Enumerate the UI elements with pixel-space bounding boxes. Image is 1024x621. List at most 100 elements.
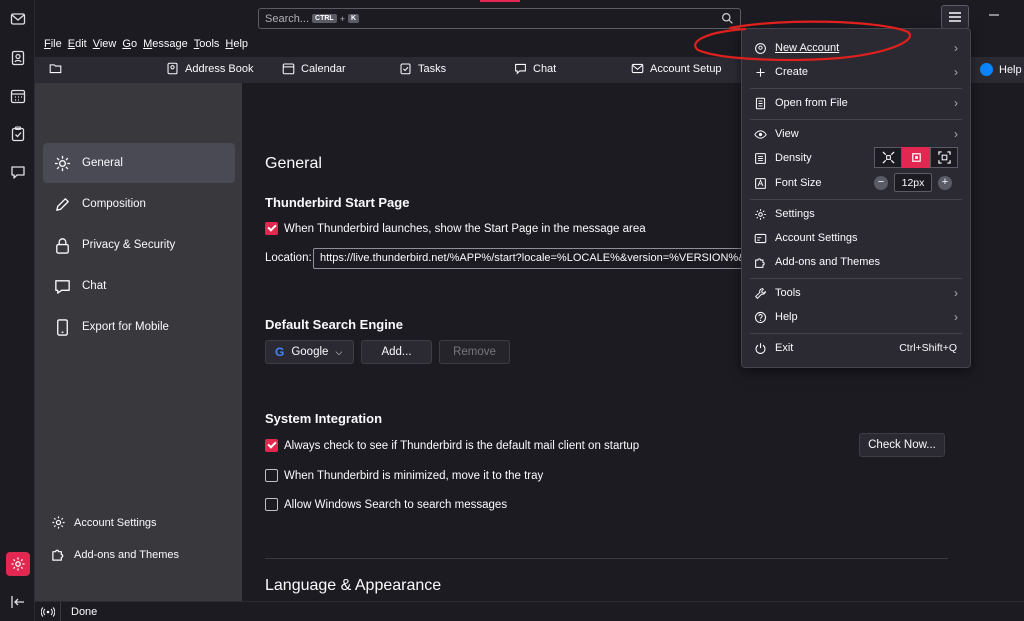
minimize-tray-row[interactable]: When Thunderbird is minimized, move it t… <box>265 469 543 482</box>
menu-item-help[interactable]: Help › <box>742 306 970 328</box>
calendar-label: Calendar <box>301 62 346 75</box>
calendar-button[interactable]: Calendar <box>282 62 346 75</box>
check-now-button[interactable]: Check Now... <box>859 433 945 457</box>
calendar-icon <box>10 89 26 104</box>
help-button[interactable]: Help <box>980 63 1022 76</box>
font-size-value: 12px <box>894 173 932 192</box>
search-engine-value: Google <box>291 346 329 358</box>
nav-account-settings-link[interactable]: Account Settings <box>51 515 157 530</box>
mail-space-button[interactable] <box>6 7 30 31</box>
gear-icon <box>755 208 766 220</box>
nav-addons-link[interactable]: Add-ons and Themes <box>51 547 179 562</box>
menu-item-addons[interactable]: Add-ons and Themes <box>742 251 970 273</box>
location-input[interactable]: https://live.thunderbird.net/%APP%/start… <box>313 248 753 269</box>
category-composition[interactable]: Composition <box>43 184 235 224</box>
account-setup-button[interactable]: Account Setup <box>631 62 722 75</box>
search-engine-select[interactable]: G Google ⌵ <box>265 340 354 364</box>
start-page-row[interactable]: When Thunderbird launches, show the Star… <box>265 222 646 235</box>
menu-label: Density <box>775 152 812 164</box>
gear-icon <box>54 155 71 171</box>
start-page-checkbox[interactable] <box>265 222 278 235</box>
collapse-spaces-button[interactable] <box>6 590 30 614</box>
menu-separator <box>750 119 962 120</box>
hamburger-icon <box>949 12 961 22</box>
plus-icon <box>756 67 765 77</box>
menu-label: New Account <box>775 42 840 54</box>
menu-item-exit[interactable]: Exit Ctrl+Shift+Q <box>742 337 970 359</box>
windows-search-row[interactable]: Allow Windows Search to search messages <box>265 498 507 511</box>
system-integration-heading: System Integration <box>265 411 383 426</box>
search-engine-heading: Default Search Engine <box>265 317 403 332</box>
menu-item-create[interactable]: Create › <box>742 61 970 83</box>
font-increase-button[interactable]: + <box>938 175 952 190</box>
chat-icon <box>11 166 25 179</box>
folder-button[interactable] <box>49 62 62 75</box>
category-chat[interactable]: Chat <box>43 266 235 306</box>
puzzle-icon <box>755 257 765 268</box>
category-label: Composition <box>82 198 146 210</box>
menu-tools[interactable]: Tools <box>194 38 220 54</box>
default-client-checkbox[interactable] <box>265 439 278 452</box>
menu-file[interactable]: File <box>44 38 62 54</box>
menu-help[interactable]: Help <box>225 38 248 54</box>
ctrl-key-hint: CTRL <box>312 14 337 23</box>
menu-separator <box>750 88 962 89</box>
menu-message[interactable]: Message <box>143 38 188 54</box>
menu-label: Settings <box>775 208 815 220</box>
menu-item-new-account[interactable]: New Account › <box>742 37 970 59</box>
density-touch-button[interactable] <box>930 147 958 168</box>
calendar-icon <box>282 63 295 75</box>
tasks-space-button[interactable] <box>6 122 30 146</box>
menu-go[interactable]: Go <box>122 38 137 54</box>
chat-space-button[interactable] <box>6 160 30 184</box>
category-privacy-security[interactable]: Privacy & Security <box>43 225 235 265</box>
k-key-hint: K <box>347 14 360 23</box>
global-search-input[interactable]: Search... CTRL + K <box>258 8 741 29</box>
tasks-icon <box>400 63 411 75</box>
menu-item-view[interactable]: View › <box>742 123 970 145</box>
tasks-label: Tasks <box>418 62 447 75</box>
menu-label: Tools <box>775 287 801 299</box>
address-book-button[interactable]: Address Book <box>166 62 253 75</box>
start-page-heading: Thunderbird Start Page <box>265 195 410 210</box>
windows-search-checkbox[interactable] <box>265 498 278 511</box>
add-search-engine-button[interactable]: Add... <box>361 340 432 364</box>
menu-item-tools[interactable]: Tools › <box>742 282 970 304</box>
menu-label: Open from File <box>775 97 848 109</box>
menu-label: Exit <box>775 342 794 354</box>
chevron-right-icon: › <box>954 127 958 141</box>
category-export-mobile[interactable]: Export for Mobile <box>43 307 235 347</box>
tasks-icon <box>11 126 25 142</box>
menu-item-account-settings[interactable]: Account Settings <box>742 227 970 249</box>
account-settings-icon <box>754 233 767 243</box>
density-normal-button[interactable] <box>902 147 930 168</box>
search-icon <box>722 13 733 24</box>
menu-edit[interactable]: Edit <box>68 38 87 54</box>
font-decrease-button[interactable]: − <box>874 175 888 190</box>
density-compact-button[interactable] <box>874 147 902 168</box>
calendar-space-button[interactable] <box>6 84 30 108</box>
remove-search-engine-button[interactable]: Remove <box>439 340 510 364</box>
default-client-row[interactable]: Always check to see if Thunderbird is th… <box>265 439 639 452</box>
chat-icon <box>515 63 526 75</box>
tasks-button[interactable]: Tasks <box>399 62 446 75</box>
minimize-tray-checkbox[interactable] <box>265 469 278 482</box>
puzzle-icon <box>52 549 64 561</box>
help-icon <box>754 311 767 323</box>
windows-search-label: Allow Windows Search to search messages <box>284 498 508 511</box>
location-label: Location: <box>265 252 312 264</box>
menu-view[interactable]: View <box>93 38 117 54</box>
minimize-button[interactable] <box>987 8 1001 22</box>
menu-item-settings[interactable]: Settings <box>742 203 970 225</box>
mobile-icon <box>57 318 68 336</box>
online-status-icon[interactable] <box>35 601 61 621</box>
settings-space-button[interactable] <box>6 552 30 576</box>
category-general[interactable]: General <box>43 143 235 183</box>
chat-button[interactable]: Chat <box>514 62 556 75</box>
menu-item-open-from-file[interactable]: Open from File › <box>742 92 970 114</box>
app-menu-button[interactable] <box>941 5 969 29</box>
new-account-icon <box>755 42 766 54</box>
density-toggle-group <box>874 147 958 168</box>
category-label: Privacy & Security <box>82 239 176 251</box>
address-book-space-button[interactable] <box>6 46 30 70</box>
